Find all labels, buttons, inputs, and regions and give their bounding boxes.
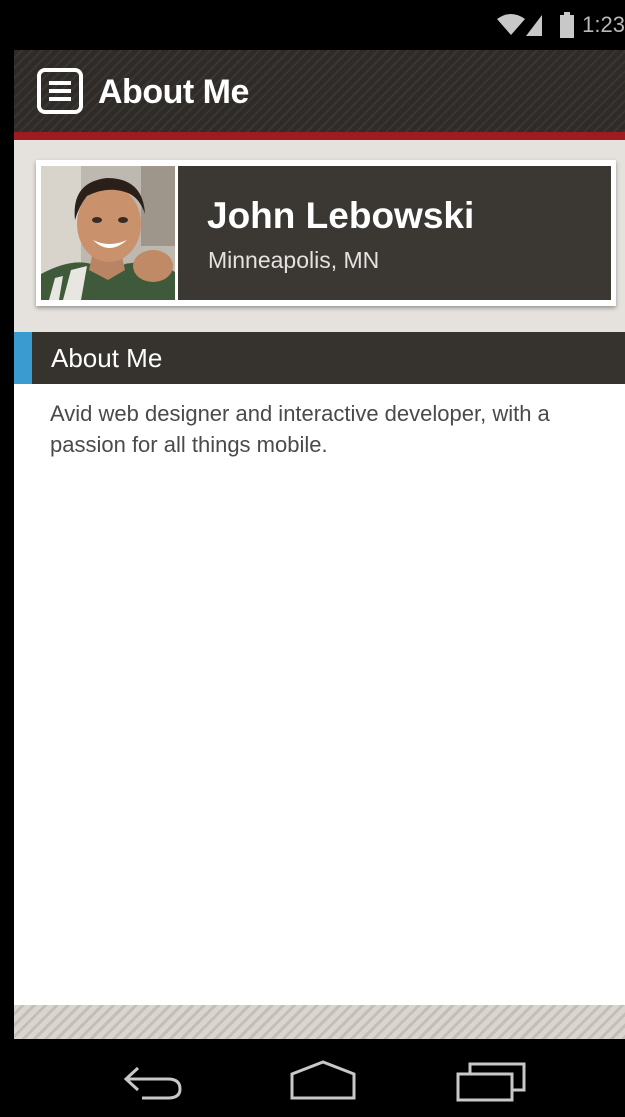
- footer-pattern: [14, 1005, 625, 1039]
- avatar: [41, 166, 175, 300]
- profile-name: John Lebowski: [207, 195, 475, 236]
- status-bar: 1:23: [14, 0, 625, 50]
- signal-icon: [526, 15, 543, 36]
- status-icons: 1:23: [496, 12, 625, 38]
- menu-icon[interactable]: [36, 67, 84, 115]
- section-title: About Me: [51, 343, 163, 373]
- back-icon[interactable]: [112, 1054, 202, 1104]
- battery-icon: [560, 12, 575, 38]
- about-text: Avid web designer and interactive develo…: [50, 401, 550, 457]
- section-accent-bar: [14, 332, 32, 384]
- home-icon[interactable]: [278, 1054, 368, 1104]
- recent-apps-icon[interactable]: [446, 1054, 536, 1104]
- profile-location: Minneapolis, MN: [208, 247, 380, 273]
- app-screen: 1:23 About Me John Lebowski Minneapolis,…: [14, 0, 625, 1117]
- profile-photo: [41, 166, 175, 300]
- action-bar-accent-line: [14, 132, 625, 140]
- action-bar-title: About Me: [98, 73, 249, 111]
- wifi-icon: [497, 14, 526, 35]
- status-time: 1:23: [582, 12, 625, 37]
